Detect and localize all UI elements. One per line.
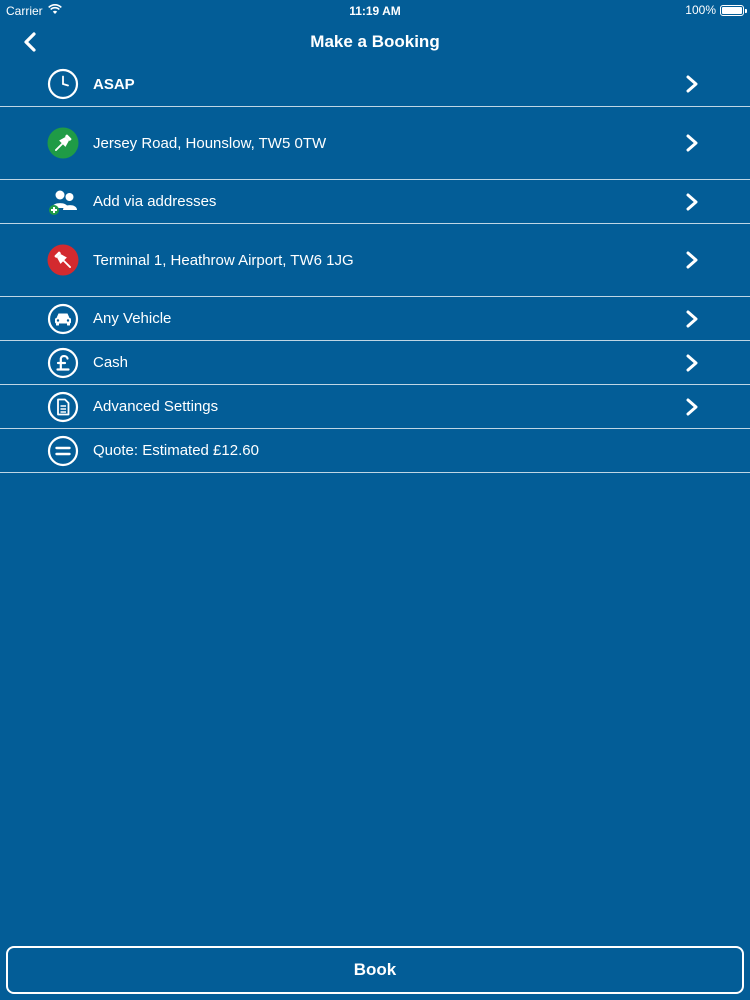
document-icon xyxy=(47,391,79,423)
booking-time-row[interactable]: ASAP xyxy=(0,62,750,106)
via-addresses-row[interactable]: Add via addresses xyxy=(0,179,750,223)
chevron-right-icon xyxy=(686,193,698,210)
dropoff-address-label: Terminal 1, Heathrow Airport, TW6 1JG xyxy=(93,251,354,269)
book-button[interactable]: Book xyxy=(6,946,744,994)
chevron-right-icon xyxy=(686,310,698,327)
battery-percent: 100% xyxy=(685,3,716,17)
payment-label: Cash xyxy=(93,354,129,371)
vehicle-row[interactable]: Any Vehicle xyxy=(0,296,750,340)
advanced-settings-label: Advanced Settings xyxy=(93,398,219,415)
chevron-right-icon xyxy=(686,398,698,415)
add-people-icon xyxy=(47,186,79,218)
quote-row: Quote: Estimated £12.60 xyxy=(0,428,750,472)
page-title: Make a Booking xyxy=(310,32,440,51)
quote-label: Quote: Estimated £12.60 xyxy=(93,442,259,459)
chevron-right-icon xyxy=(686,75,698,93)
pickup-address-row[interactable]: Jersey Road, Hounslow, TW5 0TW xyxy=(0,106,750,179)
via-addresses-label: Add via addresses xyxy=(93,193,217,210)
chevron-right-icon xyxy=(686,251,698,269)
booking-time-label: ASAP xyxy=(93,75,135,93)
pickup-address-label: Jersey Road, Hounslow, TW5 0TW xyxy=(93,134,327,152)
payment-row[interactable]: Cash xyxy=(0,340,750,384)
vehicle-label: Any Vehicle xyxy=(93,310,172,327)
clock-icon xyxy=(47,68,79,100)
chevron-right-icon xyxy=(686,354,698,371)
chevron-right-icon xyxy=(686,134,698,152)
car-icon xyxy=(47,303,79,335)
pickup-pin-icon xyxy=(47,127,79,159)
booking-options-list: ASAP Jersey Road, Hounslow, TW5 0TW Add … xyxy=(0,62,750,473)
battery-icon xyxy=(720,4,747,16)
nav-bar: Make a Booking xyxy=(0,22,750,62)
pound-icon xyxy=(47,347,79,379)
advanced-settings-row[interactable]: Advanced Settings xyxy=(0,384,750,428)
menu-icon xyxy=(47,435,79,467)
battery-fill xyxy=(722,6,742,14)
status-time: 11:19 AM xyxy=(349,4,401,18)
dropoff-pin-icon xyxy=(47,244,79,276)
status-right: 100% xyxy=(685,3,747,17)
dropoff-address-row[interactable]: Terminal 1, Heathrow Airport, TW6 1JG xyxy=(0,223,750,296)
status-bar: Carrier 11:19 AM 100% xyxy=(0,0,750,22)
